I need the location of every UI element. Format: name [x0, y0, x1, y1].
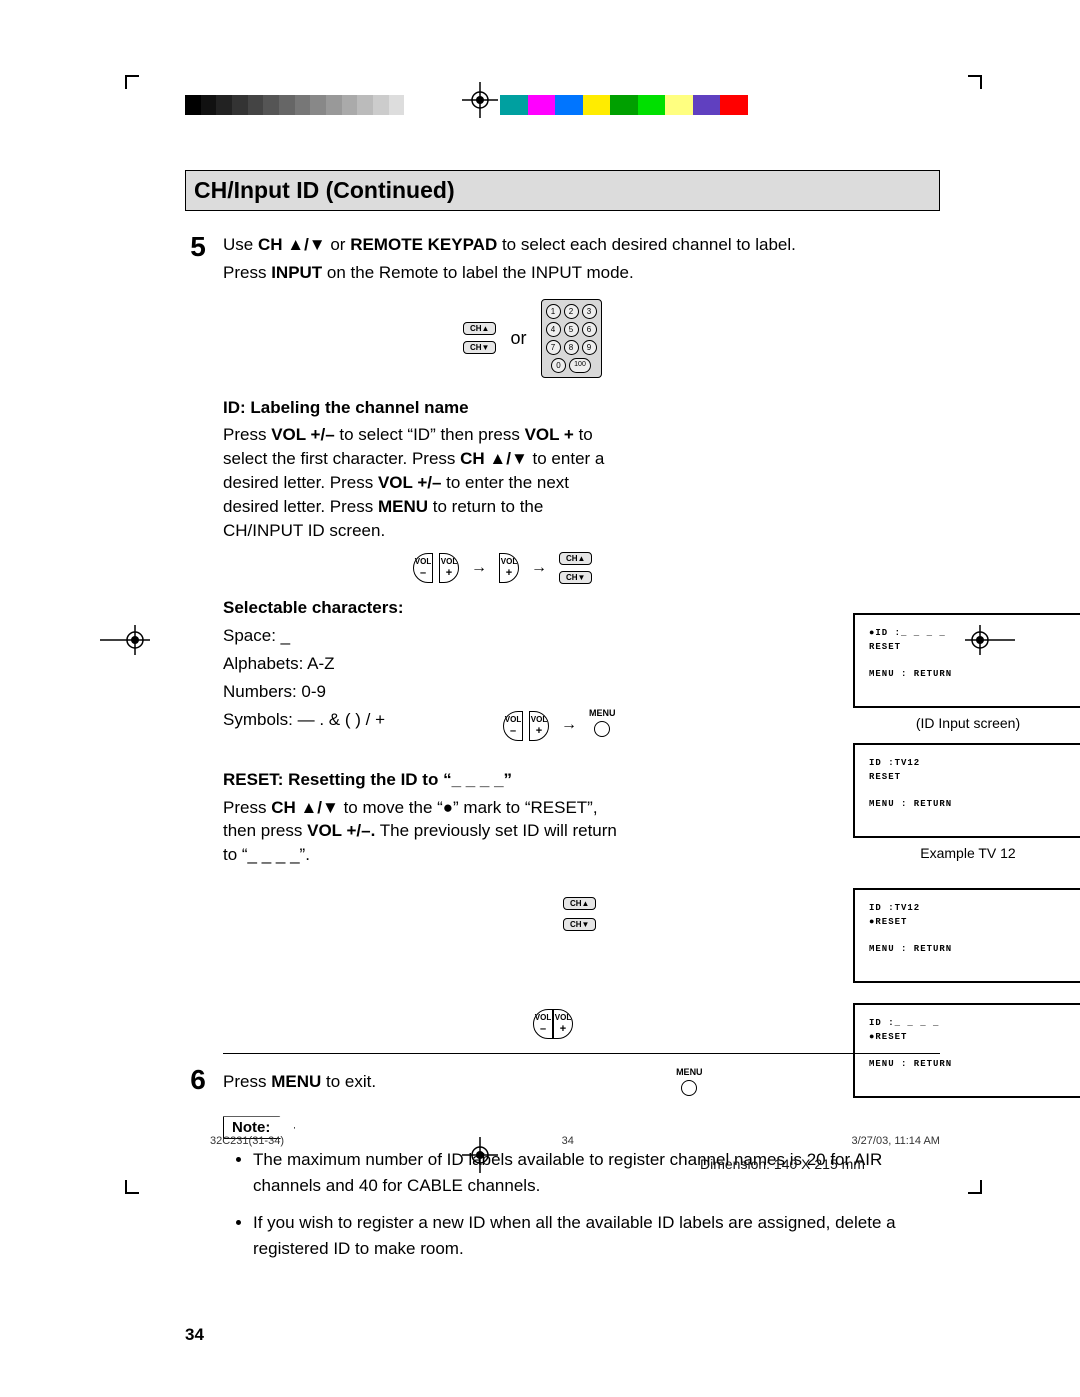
osd-line: ●RESET: [869, 1031, 1071, 1045]
button-sequence-icon: VOL– VOL+ → VOL+ → CH▲ CH▼: [413, 552, 940, 584]
ch-button-stack-icon: CH▲ CH▼: [563, 897, 596, 931]
osd-line: ID :_ _ _ _: [869, 1017, 1071, 1031]
ch-down-button-icon: CH▼: [559, 571, 592, 584]
footer-page: 34: [562, 1135, 574, 1147]
step-5: 5 Use CH ▲/▼ or REMOTE KEYPAD to select …: [185, 233, 940, 1039]
arrow-right-icon: →: [471, 557, 487, 579]
step-number: 6: [185, 1066, 211, 1102]
ch-down-button-icon: CH▼: [563, 918, 596, 931]
osd-caption: (ID Input screen): [853, 714, 1080, 734]
ch-up-button-icon: CH▲: [563, 897, 596, 910]
ch-down-button-icon: CH▼: [463, 341, 496, 354]
registration-mark-icon: [460, 80, 500, 120]
ch-up-button-icon: CH▲: [463, 322, 496, 335]
section-heading: CH/Input ID (Continued): [185, 170, 940, 211]
vol-plus-icon: VOL+: [499, 553, 519, 583]
step-6: 6 Press MENU to exit. MENU: [185, 1066, 940, 1102]
instruction-text: Use CH ▲/▼ or REMOTE KEYPAD to select ea…: [223, 233, 940, 257]
step-body: Use CH ▲/▼ or REMOTE KEYPAD to select ea…: [223, 233, 940, 1039]
grayscale-calibration-bar: [185, 95, 420, 115]
osd-line: ID :TV12: [869, 757, 1071, 771]
osd-screen: ID :_ _ _ _ ●RESET MENU : RETURN: [853, 1003, 1080, 1098]
vol-minus-icon: VOL–: [413, 553, 433, 583]
osd-screen: ID :TV12 ●RESET MENU : RETURN: [853, 888, 1080, 983]
menu-button-icon: MENU: [676, 1066, 703, 1102]
reset-subheading: RESET: Resetting the ID to “_ _ _ _”: [223, 768, 940, 792]
osd-line: RESET: [869, 641, 1071, 655]
vol-minus-icon: VOL–: [533, 1009, 553, 1039]
selectable-chars-heading: Selectable characters:: [223, 596, 940, 620]
osd-line: MENU : RETURN: [869, 798, 1071, 812]
footer-dimension: Dimension: 140 X 215 mm: [700, 1156, 865, 1172]
vol-plus-icon: VOL+: [553, 1009, 573, 1039]
osd-line: MENU : RETURN: [869, 1058, 1071, 1072]
footer: 32C231(31-34) 34 3/27/03, 11:14 AM: [210, 1135, 940, 1147]
arrow-right-icon: →: [531, 557, 547, 579]
keypad-illustration: CH▲ CH▼ or 123 456 789 0100: [463, 299, 940, 378]
arrow-right-icon: →: [561, 714, 577, 736]
text-line: Alphabets: A-Z: [223, 652, 940, 676]
horizontal-divider: [223, 1053, 940, 1054]
footer-doc-id: 32C231(31-34): [210, 1135, 284, 1147]
osd-line: MENU : RETURN: [869, 668, 1071, 682]
vol-minus-icon: VOL–: [503, 711, 523, 741]
crop-mark-icon: [125, 1180, 139, 1194]
text-line: Numbers: 0-9: [223, 680, 940, 704]
crop-mark-icon: [968, 1180, 982, 1194]
text-line: Space: _: [223, 624, 940, 648]
osd-screen: ●ID :_ _ _ _ RESET MENU : RETURN (ID Inp…: [853, 613, 1080, 734]
color-calibration-bar: [500, 95, 775, 115]
instruction-text: Press VOL +/– to select “ID” then press …: [223, 423, 623, 542]
vol-plus-icon: VOL+: [439, 553, 459, 583]
osd-line: ●ID :_ _ _ _: [869, 627, 1071, 641]
registration-mark-icon: [100, 625, 150, 655]
osd-line: RESET: [869, 771, 1071, 785]
or-label: or: [510, 326, 526, 351]
osd-line: ID :TV12: [869, 902, 1071, 916]
remote-keypad-icon: 123 456 789 0100: [541, 299, 602, 378]
page-number: 34: [185, 1325, 940, 1345]
id-subheading: ID: Labeling the channel name: [223, 396, 940, 420]
step-number: 5: [185, 233, 211, 1039]
crop-mark-icon: [125, 75, 139, 89]
vol-plus-icon: VOL+: [529, 711, 549, 741]
osd-line: MENU : RETURN: [869, 943, 1071, 957]
instruction-text: Press INPUT on the Remote to label the I…: [223, 261, 940, 285]
list-item: If you wish to register a new ID when al…: [253, 1210, 940, 1261]
osd-caption: Example TV 12: [853, 844, 1080, 864]
menu-button-icon: MENU: [589, 707, 616, 743]
footer-date: 3/27/03, 11:14 AM: [852, 1135, 940, 1147]
crop-mark-icon: [968, 75, 982, 89]
instruction-text: Press CH ▲/▼ to move the “●” mark to “RE…: [223, 796, 623, 867]
ch-up-button-icon: CH▲: [559, 552, 592, 565]
list-item: The maximum number of ID labels availabl…: [253, 1147, 940, 1198]
osd-screen: ID :TV12 RESET MENU : RETURN Example TV …: [853, 743, 1080, 864]
osd-line: ●RESET: [869, 916, 1071, 930]
instruction-text: Press MENU to exit.: [223, 1070, 376, 1094]
